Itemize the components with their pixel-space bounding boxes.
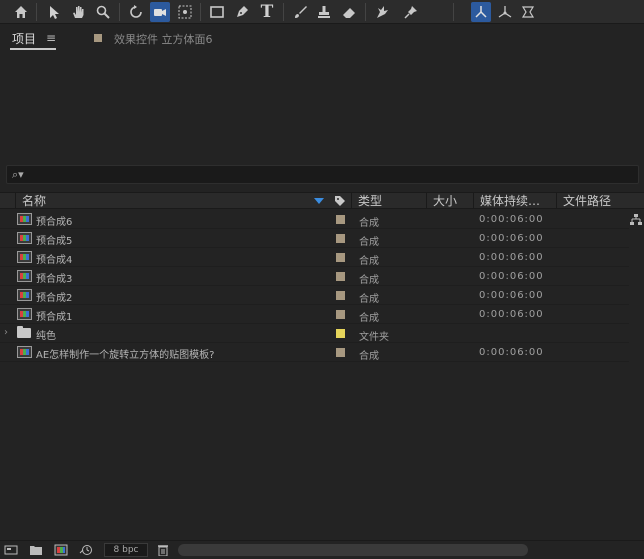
item-type: 合成 xyxy=(359,294,379,305)
item-type: 文件夹 xyxy=(359,332,389,343)
item-duration: 0:00:06:00 xyxy=(479,214,544,225)
search-input[interactable] xyxy=(33,167,623,182)
color-depth-button[interactable]: 8 bpc xyxy=(104,543,148,557)
column-header-size[interactable]: 大小 xyxy=(426,193,473,209)
home-icon[interactable] xyxy=(11,2,31,22)
column-header-media-duration[interactable]: 媒体持续… xyxy=(473,193,556,209)
folder-icon xyxy=(17,326,31,338)
zoom-tool-icon[interactable] xyxy=(93,2,113,22)
item-duration: 0:00:06:00 xyxy=(479,271,544,282)
panel-menu-icon[interactable]: ≡ xyxy=(46,31,56,45)
label-color-swatch[interactable] xyxy=(336,329,345,338)
item-name: 预合成6 xyxy=(36,217,73,228)
tab-effect-controls[interactable]: 效果控件 立方体面6 xyxy=(114,31,213,47)
table-row[interactable]: 预合成1 合成 0:00:06:00 xyxy=(0,305,629,324)
project-search-box: ⌕▾ xyxy=(6,165,639,184)
search-icon[interactable]: ⌕▾ xyxy=(12,168,24,182)
composition-icon xyxy=(17,232,32,244)
table-row[interactable]: 预合成6 合成 0:00:06:00 xyxy=(0,210,629,229)
view-axis-icon[interactable] xyxy=(518,2,538,22)
label-column-tag-icon[interactable] xyxy=(334,195,346,210)
label-color-swatch[interactable] xyxy=(336,348,345,357)
table-row[interactable]: 预合成3 合成 0:00:06:00 xyxy=(0,267,629,286)
item-name: 预合成5 xyxy=(36,236,73,247)
item-name: AE怎样制作一个旋转立方体的贴图模板? xyxy=(36,350,215,361)
item-duration: 0:00:06:00 xyxy=(479,290,544,301)
composition-icon xyxy=(17,289,32,301)
table-row[interactable]: 预合成4 合成 0:00:06:00 xyxy=(0,248,629,267)
world-axis-icon[interactable] xyxy=(495,2,515,22)
tab-project[interactable]: 项目 xyxy=(12,30,36,47)
new-folder-icon[interactable] xyxy=(29,544,43,556)
flowchart-icon[interactable] xyxy=(630,214,642,229)
item-type: 合成 xyxy=(359,256,379,267)
composition-icon xyxy=(17,270,32,282)
label-color-swatch[interactable] xyxy=(336,215,345,224)
camera-tool-icon[interactable] xyxy=(150,2,170,22)
type-tool-icon[interactable]: T xyxy=(257,2,277,22)
interpret-footage-icon[interactable] xyxy=(4,544,18,556)
puppet-pin-tool-icon[interactable] xyxy=(401,2,421,22)
panel-tab-bar: 项目 ≡ 效果控件 立方体面6 xyxy=(0,24,644,52)
hand-tool-icon[interactable] xyxy=(68,2,88,22)
horizontal-scrollbar[interactable] xyxy=(178,544,528,556)
label-color-swatch[interactable] xyxy=(336,310,345,319)
pan-behind-tool-icon[interactable] xyxy=(175,2,195,22)
roto-brush-tool-icon[interactable] xyxy=(372,2,392,22)
project-settings-icon[interactable] xyxy=(79,544,93,556)
pen-tool-icon[interactable] xyxy=(232,2,252,22)
item-type: 合成 xyxy=(359,237,379,248)
item-name: 纯色 xyxy=(36,331,56,342)
brush-tool-icon[interactable] xyxy=(290,2,310,22)
item-type: 合成 xyxy=(359,351,379,362)
rectangle-tool-icon[interactable] xyxy=(207,2,227,22)
label-color-swatch[interactable] xyxy=(336,234,345,243)
item-duration: 0:00:06:00 xyxy=(479,233,544,244)
table-row[interactable]: AE怎样制作一个旋转立方体的贴图模板? 合成 0:00:06:00 xyxy=(0,343,629,362)
project-table-header: 名称 类型 大小 媒体持续… 文件路径 xyxy=(0,192,644,209)
item-duration: 0:00:06:00 xyxy=(479,252,544,263)
table-row[interactable]: 预合成5 合成 0:00:06:00 xyxy=(0,229,629,248)
rotate-tool-icon[interactable] xyxy=(126,2,146,22)
table-row[interactable]: › 纯色 文件夹 xyxy=(0,324,629,343)
item-type: 合成 xyxy=(359,313,379,324)
label-color-swatch[interactable] xyxy=(336,253,345,262)
column-header-file-path[interactable]: 文件路径 xyxy=(556,193,644,209)
local-axis-icon[interactable] xyxy=(471,2,491,22)
item-name: 预合成2 xyxy=(36,293,73,304)
item-type: 合成 xyxy=(359,218,379,229)
composition-icon xyxy=(17,251,32,263)
selection-tool-icon[interactable] xyxy=(44,2,64,22)
composition-icon xyxy=(17,213,32,225)
label-color-swatch[interactable] xyxy=(336,291,345,300)
label-color-swatch[interactable] xyxy=(336,272,345,281)
item-duration: 0:00:06:00 xyxy=(479,347,544,358)
item-name: 预合成4 xyxy=(36,255,73,266)
tab-active-underline xyxy=(10,48,56,50)
type-tool-glyph: T xyxy=(260,2,274,22)
item-name: 预合成3 xyxy=(36,274,73,285)
table-row[interactable]: 预合成2 合成 0:00:06:00 xyxy=(0,286,629,305)
clone-stamp-tool-icon[interactable] xyxy=(314,2,334,22)
composition-icon xyxy=(17,346,32,358)
tools-toolbar: T xyxy=(0,0,644,24)
tab-label-swatch xyxy=(94,34,102,42)
item-type: 合成 xyxy=(359,275,379,286)
eraser-tool-icon[interactable] xyxy=(339,2,359,22)
composition-icon xyxy=(17,308,32,320)
sort-descending-icon[interactable] xyxy=(314,198,324,204)
item-duration: 0:00:06:00 xyxy=(479,309,544,320)
column-header-name[interactable]: 名称 xyxy=(15,193,333,209)
trash-icon[interactable] xyxy=(156,544,170,557)
project-footer-bar: 8 bpc xyxy=(0,540,644,559)
new-composition-icon[interactable] xyxy=(54,544,68,556)
expand-chevron-icon[interactable]: › xyxy=(4,327,8,338)
column-header-type[interactable]: 类型 xyxy=(351,193,426,209)
item-name: 预合成1 xyxy=(36,312,73,323)
